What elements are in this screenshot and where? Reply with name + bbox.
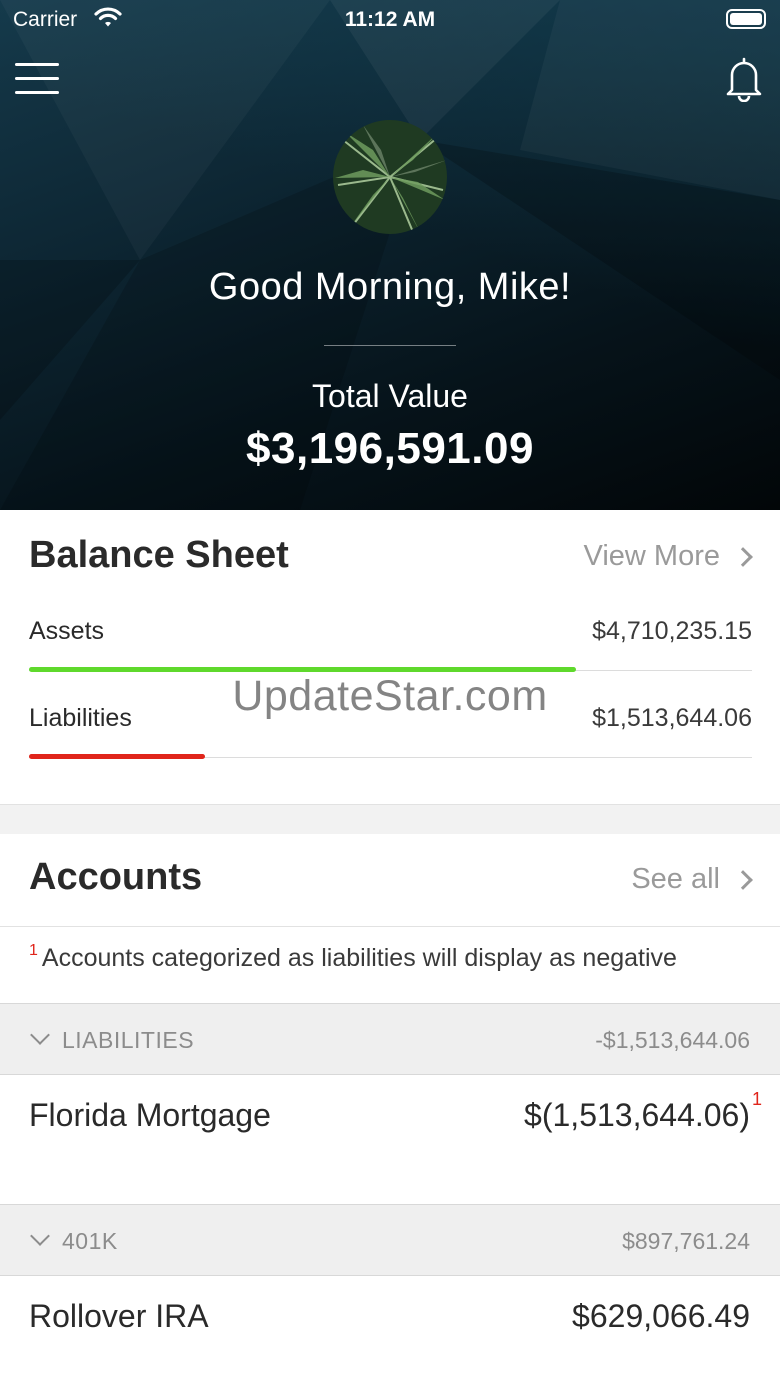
- profile-avatar[interactable]: [333, 120, 447, 234]
- accounts-header: Accounts See all: [0, 834, 780, 927]
- liabilities-note-text: Accounts categorized as liabilities will…: [41, 944, 677, 972]
- chevron-down-icon: [30, 1025, 50, 1045]
- assets-label: Assets: [29, 617, 105, 645]
- group-header-liabilities[interactable]: LIABILITIES -$1,513,644.06: [0, 1003, 780, 1075]
- liabilities-note: 1 Accounts categorized as liabilities wil…: [29, 942, 677, 973]
- footnote-marker: 1: [29, 942, 38, 959]
- header-divider: [324, 345, 456, 346]
- view-more-label: View More: [583, 540, 720, 572]
- group-name: 401K: [62, 1228, 118, 1254]
- greeting-text: Good Morning, Mike!: [208, 266, 572, 308]
- dashboard-header: Carrier 11:12 AM Good Morning, Mike! Tot…: [0, 0, 780, 510]
- account-row-florida-mortgage[interactable]: Florida Mortgage $(1,513,644.06) 1: [0, 1075, 780, 1204]
- chevron-right-icon: [733, 869, 753, 890]
- status-time: 11:12 AM: [344, 8, 436, 31]
- group-name: LIABILITIES: [62, 1027, 195, 1053]
- see-all-link[interactable]: See all: [631, 863, 753, 896]
- total-value-label: Total Value: [312, 378, 468, 414]
- notifications-button[interactable]: [724, 56, 764, 103]
- view-more-link[interactable]: View More: [583, 540, 753, 573]
- menu-button[interactable]: [15, 63, 59, 95]
- balance-sheet-card: Balance Sheet View More: [0, 510, 780, 804]
- total-value-amount: $3,196,591.09: [246, 424, 534, 473]
- account-name: Florida Mortgage: [29, 1097, 271, 1133]
- chevron-right-icon: [733, 546, 753, 567]
- accounts-title: Accounts: [29, 856, 203, 898]
- see-all-label: See all: [631, 863, 720, 895]
- footnote-marker: 1: [751, 1089, 762, 1109]
- balance-sheet-title: Balance Sheet: [29, 534, 289, 576]
- account-value: $(1,513,644.06) 1: [524, 1089, 762, 1134]
- section-separator: [0, 804, 780, 834]
- watermark: UpdateStar.com: [232, 672, 548, 720]
- liabilities-bar: [29, 754, 205, 759]
- account-value-text: $(1,513,644.06): [524, 1097, 750, 1133]
- group-total: -$1,513,644.06: [595, 1027, 750, 1053]
- account-name: Rollover IRA: [29, 1298, 209, 1334]
- group-total: $897,761.24: [622, 1228, 750, 1254]
- battery-icon: [726, 9, 766, 29]
- chevron-down-icon: [30, 1226, 50, 1246]
- assets-value: $4,710,235.15: [592, 617, 752, 645]
- bell-icon: [726, 57, 762, 103]
- account-row-rollover-ira[interactable]: Rollover IRA $629,066.49: [0, 1276, 780, 1387]
- assets-row[interactable]: Assets $4,710,235.15: [29, 617, 752, 647]
- account-value: $629,066.49: [572, 1298, 750, 1334]
- status-bar: Carrier 11:12 AM: [0, 0, 780, 40]
- group-header-401k[interactable]: 401K $897,761.24: [0, 1204, 780, 1276]
